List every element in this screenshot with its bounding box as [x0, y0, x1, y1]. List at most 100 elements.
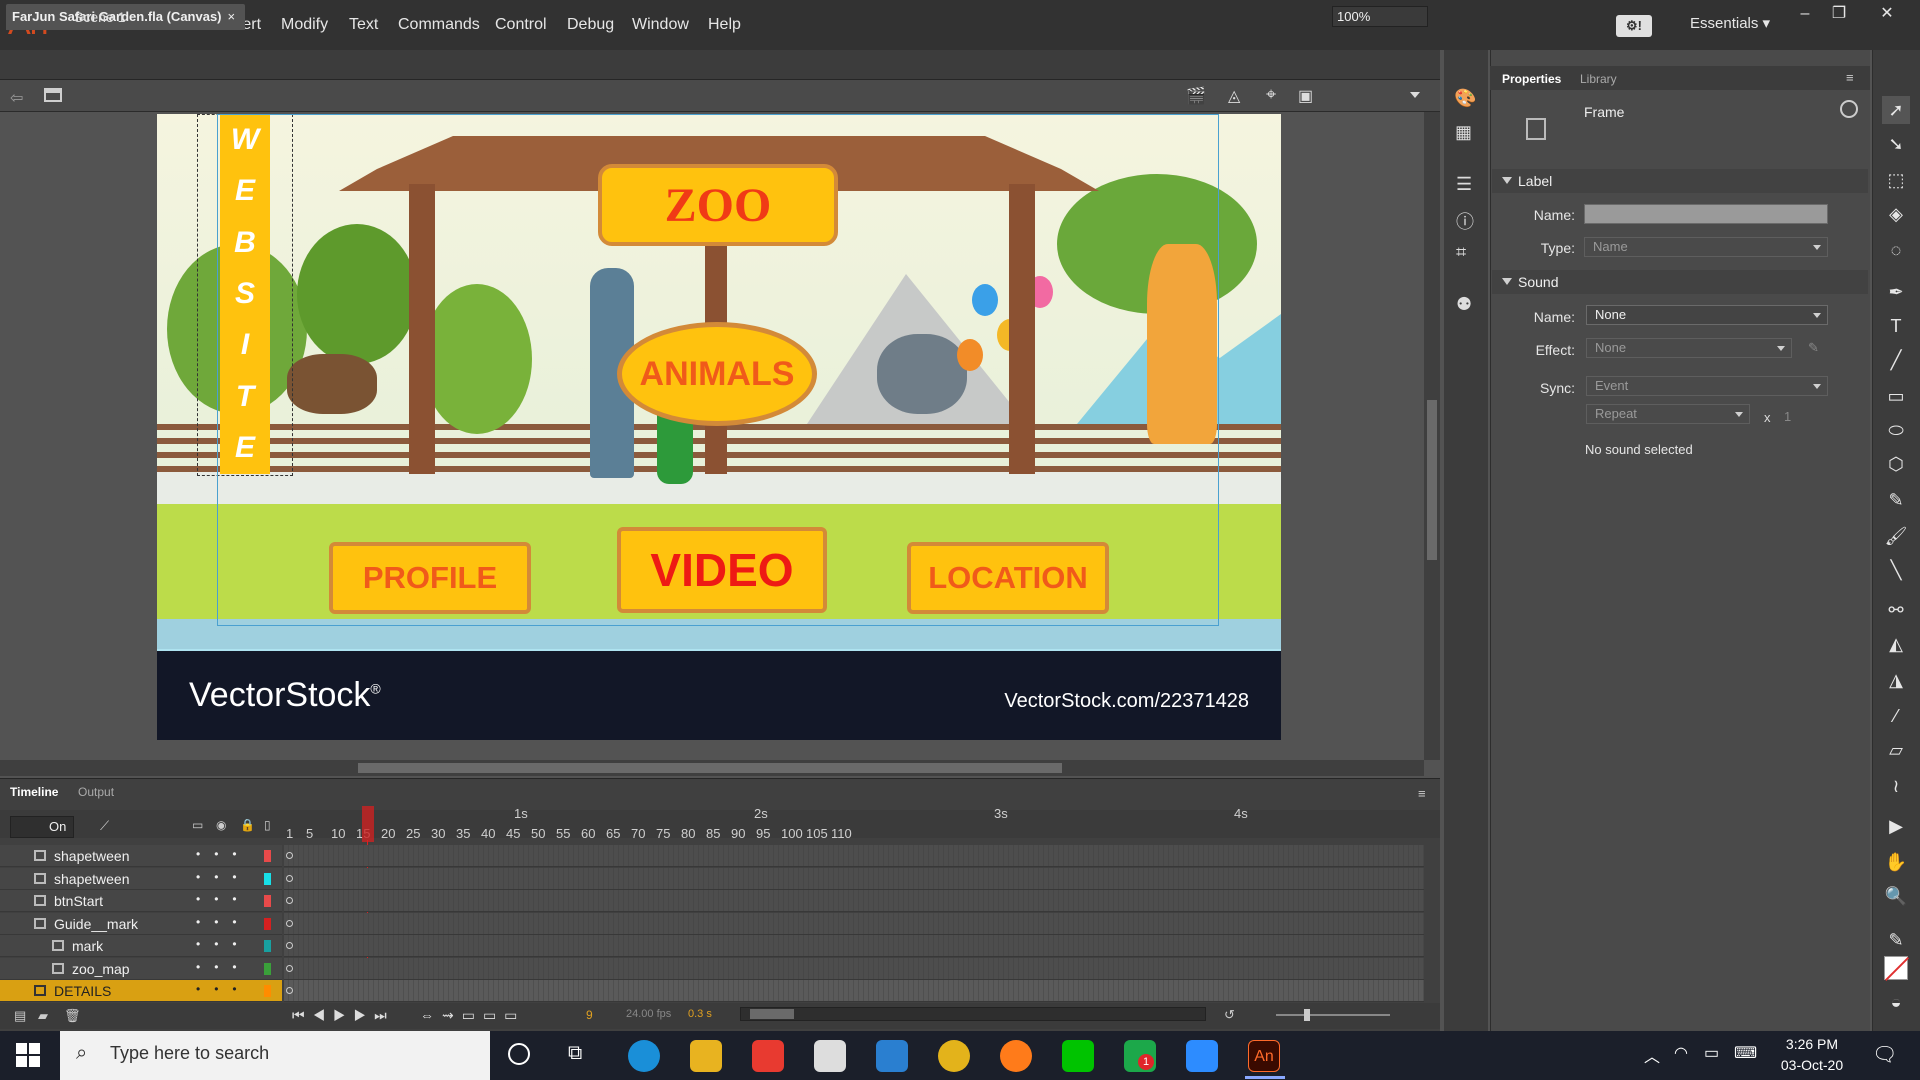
swatches-icon[interactable]: ▦: [1455, 122, 1472, 143]
keyframe[interactable]: [286, 919, 293, 927]
hand-tool-icon[interactable]: ✋: [1882, 848, 1910, 876]
horizontal-scroll-thumb[interactable]: [358, 763, 1062, 773]
profile-button[interactable]: PROFILE: [329, 542, 531, 614]
bone-tool-icon[interactable]: ⚯: [1882, 596, 1910, 624]
layer-visibility-dots[interactable]: •••: [196, 982, 251, 996]
frame-row[interactable]: [284, 890, 1424, 912]
sync-select[interactable]: Event: [1586, 376, 1828, 396]
eyedropper-tool-icon[interactable]: ⁄: [1882, 702, 1910, 730]
animate-app-icon[interactable]: An: [1248, 1040, 1280, 1072]
frame-row[interactable]: [284, 957, 1424, 980]
menu-window[interactable]: Window: [632, 16, 689, 34]
width-tool-icon[interactable]: ≀: [1882, 772, 1910, 800]
back-arrow-icon[interactable]: ⇦: [10, 88, 23, 108]
close-button[interactable]: ✕: [1870, 2, 1904, 26]
sound-section-header[interactable]: Sound: [1492, 270, 1868, 294]
gift-icon[interactable]: [752, 1040, 784, 1072]
layer-name[interactable]: shapetween: [54, 848, 130, 864]
frame-row[interactable]: [284, 980, 1424, 1002]
ruler-frame-number[interactable]: 110: [831, 826, 852, 841]
menu-commands[interactable]: Commands: [398, 16, 480, 34]
layer-name[interactable]: DETAILS: [54, 983, 111, 999]
ruler-frame-number[interactable]: 105: [806, 826, 828, 841]
file-explorer-icon[interactable]: [690, 1040, 722, 1072]
layer-visibility-dots[interactable]: •••: [196, 915, 251, 929]
action-center-icon[interactable]: 🗨: [1872, 1042, 1897, 1067]
zoom-app-icon[interactable]: [1186, 1040, 1218, 1072]
text-tool-icon[interactable]: T: [1882, 312, 1910, 340]
keyframe[interactable]: [286, 964, 293, 972]
reset-icon[interactable]: ↺: [1224, 1007, 1235, 1023]
new-folder-icon[interactable]: ▰: [38, 1008, 48, 1024]
panel-menu-icon[interactable]: ≡: [1846, 70, 1854, 85]
ruler-frame-number[interactable]: 1: [286, 826, 293, 841]
layer-row[interactable]: shapetween •••: [0, 867, 282, 890]
layer-name[interactable]: btnStart: [54, 893, 103, 909]
layer-visibility-dots[interactable]: •••: [196, 847, 251, 861]
layer-color-swatch[interactable]: [264, 962, 271, 975]
center-stage-icon[interactable]: ⌖: [1266, 84, 1276, 105]
store-icon[interactable]: [814, 1040, 846, 1072]
selection-tool-icon[interactable]: ➚: [1882, 96, 1910, 124]
help-icon[interactable]: [1840, 100, 1858, 118]
ink-bottle-tool-icon[interactable]: ◮: [1882, 666, 1910, 694]
zoom-select[interactable]: 100%: [1332, 6, 1428, 27]
graph-icon[interactable]: ⟋: [100, 818, 109, 834]
layer-row[interactable]: zoo_map •••: [0, 957, 282, 980]
layer-name[interactable]: mark: [72, 938, 103, 954]
keyframe[interactable]: [286, 852, 293, 859]
loop-onion-controls[interactable]: ⇔⇝▭▭▭: [420, 1007, 525, 1024]
brush-tool-icon[interactable]: ╲: [1882, 556, 1910, 584]
lock-icon[interactable]: 🔒: [240, 818, 255, 832]
new-layer-icon[interactable]: ▤: [14, 1008, 26, 1024]
battery-icon[interactable]: ▭: [1704, 1043, 1719, 1063]
repeat-select[interactable]: Repeat: [1586, 404, 1750, 424]
fill-color-swatch[interactable]: [1884, 956, 1910, 982]
layer-color-swatch[interactable]: [264, 917, 271, 930]
clip-content-icon[interactable]: ▣: [1298, 86, 1313, 106]
ruler-frame-number[interactable]: 20: [381, 826, 395, 841]
playhead[interactable]: [362, 806, 374, 842]
firefox-icon[interactable]: [1000, 1040, 1032, 1072]
mail-icon[interactable]: [876, 1040, 908, 1072]
layer-row[interactable]: Guide__mark •••: [0, 912, 282, 935]
keyframe[interactable]: [286, 874, 293, 882]
keyframe[interactable]: [286, 897, 293, 904]
label-type-select[interactable]: Name: [1584, 237, 1828, 257]
menu-text[interactable]: Text: [349, 16, 378, 34]
windows-start-icon[interactable]: [16, 1043, 40, 1067]
label-name-input[interactable]: [1584, 204, 1828, 224]
ruler-frame-number[interactable]: 5: [306, 826, 313, 841]
frame-rate[interactable]: 24.00 fps: [626, 1008, 671, 1020]
ruler-frame-number[interactable]: 60: [581, 826, 595, 841]
frame-row[interactable]: [284, 935, 1424, 957]
camera-toggle[interactable]: On: [10, 816, 74, 838]
tab-output[interactable]: Output: [78, 785, 114, 799]
menu-debug[interactable]: Debug: [567, 16, 614, 34]
layer-color-swatch[interactable]: [264, 872, 271, 885]
sound-name-select[interactable]: None: [1586, 305, 1828, 325]
paint-bucket-tool-icon[interactable]: ◭: [1882, 630, 1910, 658]
minimize-button[interactable]: –: [1788, 2, 1822, 26]
ruler-frame-number[interactable]: 95: [756, 826, 770, 841]
lasso-tool-icon[interactable]: ◌: [1882, 236, 1910, 264]
layer-name[interactable]: zoo_map: [72, 961, 130, 977]
menu-help[interactable]: Help: [708, 16, 741, 34]
location-button[interactable]: LOCATION: [907, 542, 1109, 614]
keyboard-icon[interactable]: ⌨: [1734, 1043, 1757, 1063]
task-view-icon[interactable]: ⧉: [568, 1042, 582, 1065]
edit-pencil-icon[interactable]: ✎: [1808, 340, 1819, 356]
3d-rotation-tool-icon[interactable]: ◈: [1882, 200, 1910, 228]
scene-name[interactable]: Scene 1: [74, 9, 125, 25]
line-tool-icon[interactable]: ╱: [1882, 346, 1910, 374]
info-icon[interactable]: ⓘ: [1456, 208, 1474, 234]
chrome-icon[interactable]: [938, 1040, 970, 1072]
layer-color-swatch[interactable]: [264, 985, 271, 997]
layer-visibility-dots[interactable]: •••: [196, 960, 251, 974]
eraser-tool-icon[interactable]: ▱: [1882, 736, 1910, 764]
tab-properties[interactable]: Properties: [1502, 72, 1561, 86]
cortana-icon[interactable]: [508, 1043, 530, 1065]
menu-control[interactable]: Control: [495, 16, 547, 34]
frame-row[interactable]: [284, 845, 1424, 867]
layer-color-swatch[interactable]: [264, 940, 271, 952]
